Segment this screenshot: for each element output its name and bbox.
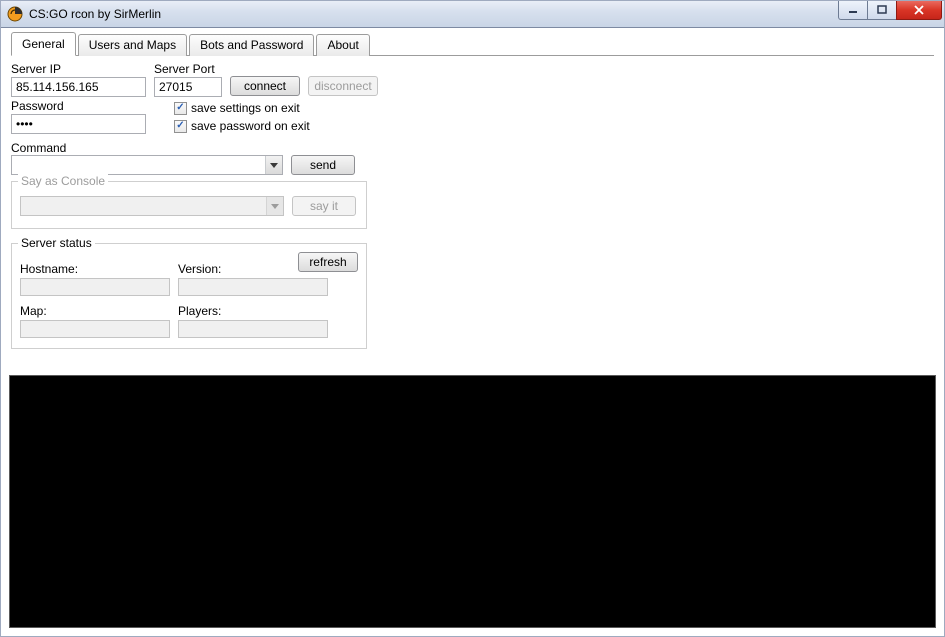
say-input — [21, 197, 266, 215]
hostname-value — [20, 278, 170, 296]
tab-general[interactable]: General — [11, 32, 76, 56]
tab-users-and-maps[interactable]: Users and Maps — [78, 34, 187, 56]
connect-button[interactable]: connect — [230, 76, 300, 96]
command-combobox[interactable] — [11, 155, 283, 175]
disconnect-button[interactable]: disconnect — [308, 76, 378, 96]
chevron-down-icon — [270, 158, 278, 172]
app-icon — [7, 6, 23, 22]
password-label: Password — [11, 99, 146, 113]
command-dropdown-button[interactable] — [265, 156, 282, 174]
save-password-checkbox[interactable]: ✓ — [174, 120, 187, 133]
say-combobox — [20, 196, 284, 216]
password-input[interactable] — [11, 114, 146, 134]
minimize-button[interactable] — [838, 1, 868, 20]
server-status-group: Server status refresh Hostname: Version:… — [11, 243, 367, 349]
say-as-console-legend: Say as Console — [18, 174, 108, 188]
server-ip-label: Server IP — [11, 62, 146, 76]
say-dropdown-button — [266, 197, 283, 215]
save-settings-checkbox[interactable]: ✓ — [174, 102, 187, 115]
tab-about[interactable]: About — [316, 34, 369, 56]
tabstrip: General Users and Maps Bots and Password… — [11, 31, 934, 56]
refresh-button[interactable]: refresh — [298, 252, 358, 272]
map-label: Map: — [20, 304, 170, 318]
command-label: Command — [11, 141, 66, 155]
console-output[interactable] — [9, 375, 936, 628]
save-settings-label: save settings on exit — [191, 101, 300, 115]
players-label: Players: — [178, 304, 328, 318]
say-it-button: say it — [292, 196, 356, 216]
server-port-input[interactable] — [154, 77, 222, 97]
server-status-legend: Server status — [18, 236, 95, 250]
players-value — [178, 320, 328, 338]
say-as-console-group: Say as Console say it — [11, 181, 367, 229]
map-value — [20, 320, 170, 338]
save-password-label: save password on exit — [191, 119, 310, 133]
close-button[interactable] — [896, 1, 942, 20]
chevron-down-icon — [271, 199, 279, 213]
version-value — [178, 278, 328, 296]
maximize-button[interactable] — [867, 1, 897, 20]
hostname-label: Hostname: — [20, 262, 170, 276]
window-title: CS:GO rcon by SirMerlin — [29, 7, 161, 21]
tab-bots-and-password[interactable]: Bots and Password — [189, 34, 314, 56]
command-input[interactable] — [12, 156, 265, 174]
server-ip-input[interactable] — [11, 77, 146, 97]
send-button[interactable]: send — [291, 155, 355, 175]
server-port-label: Server Port — [154, 62, 222, 76]
titlebar: CS:GO rcon by SirMerlin — [1, 1, 944, 28]
